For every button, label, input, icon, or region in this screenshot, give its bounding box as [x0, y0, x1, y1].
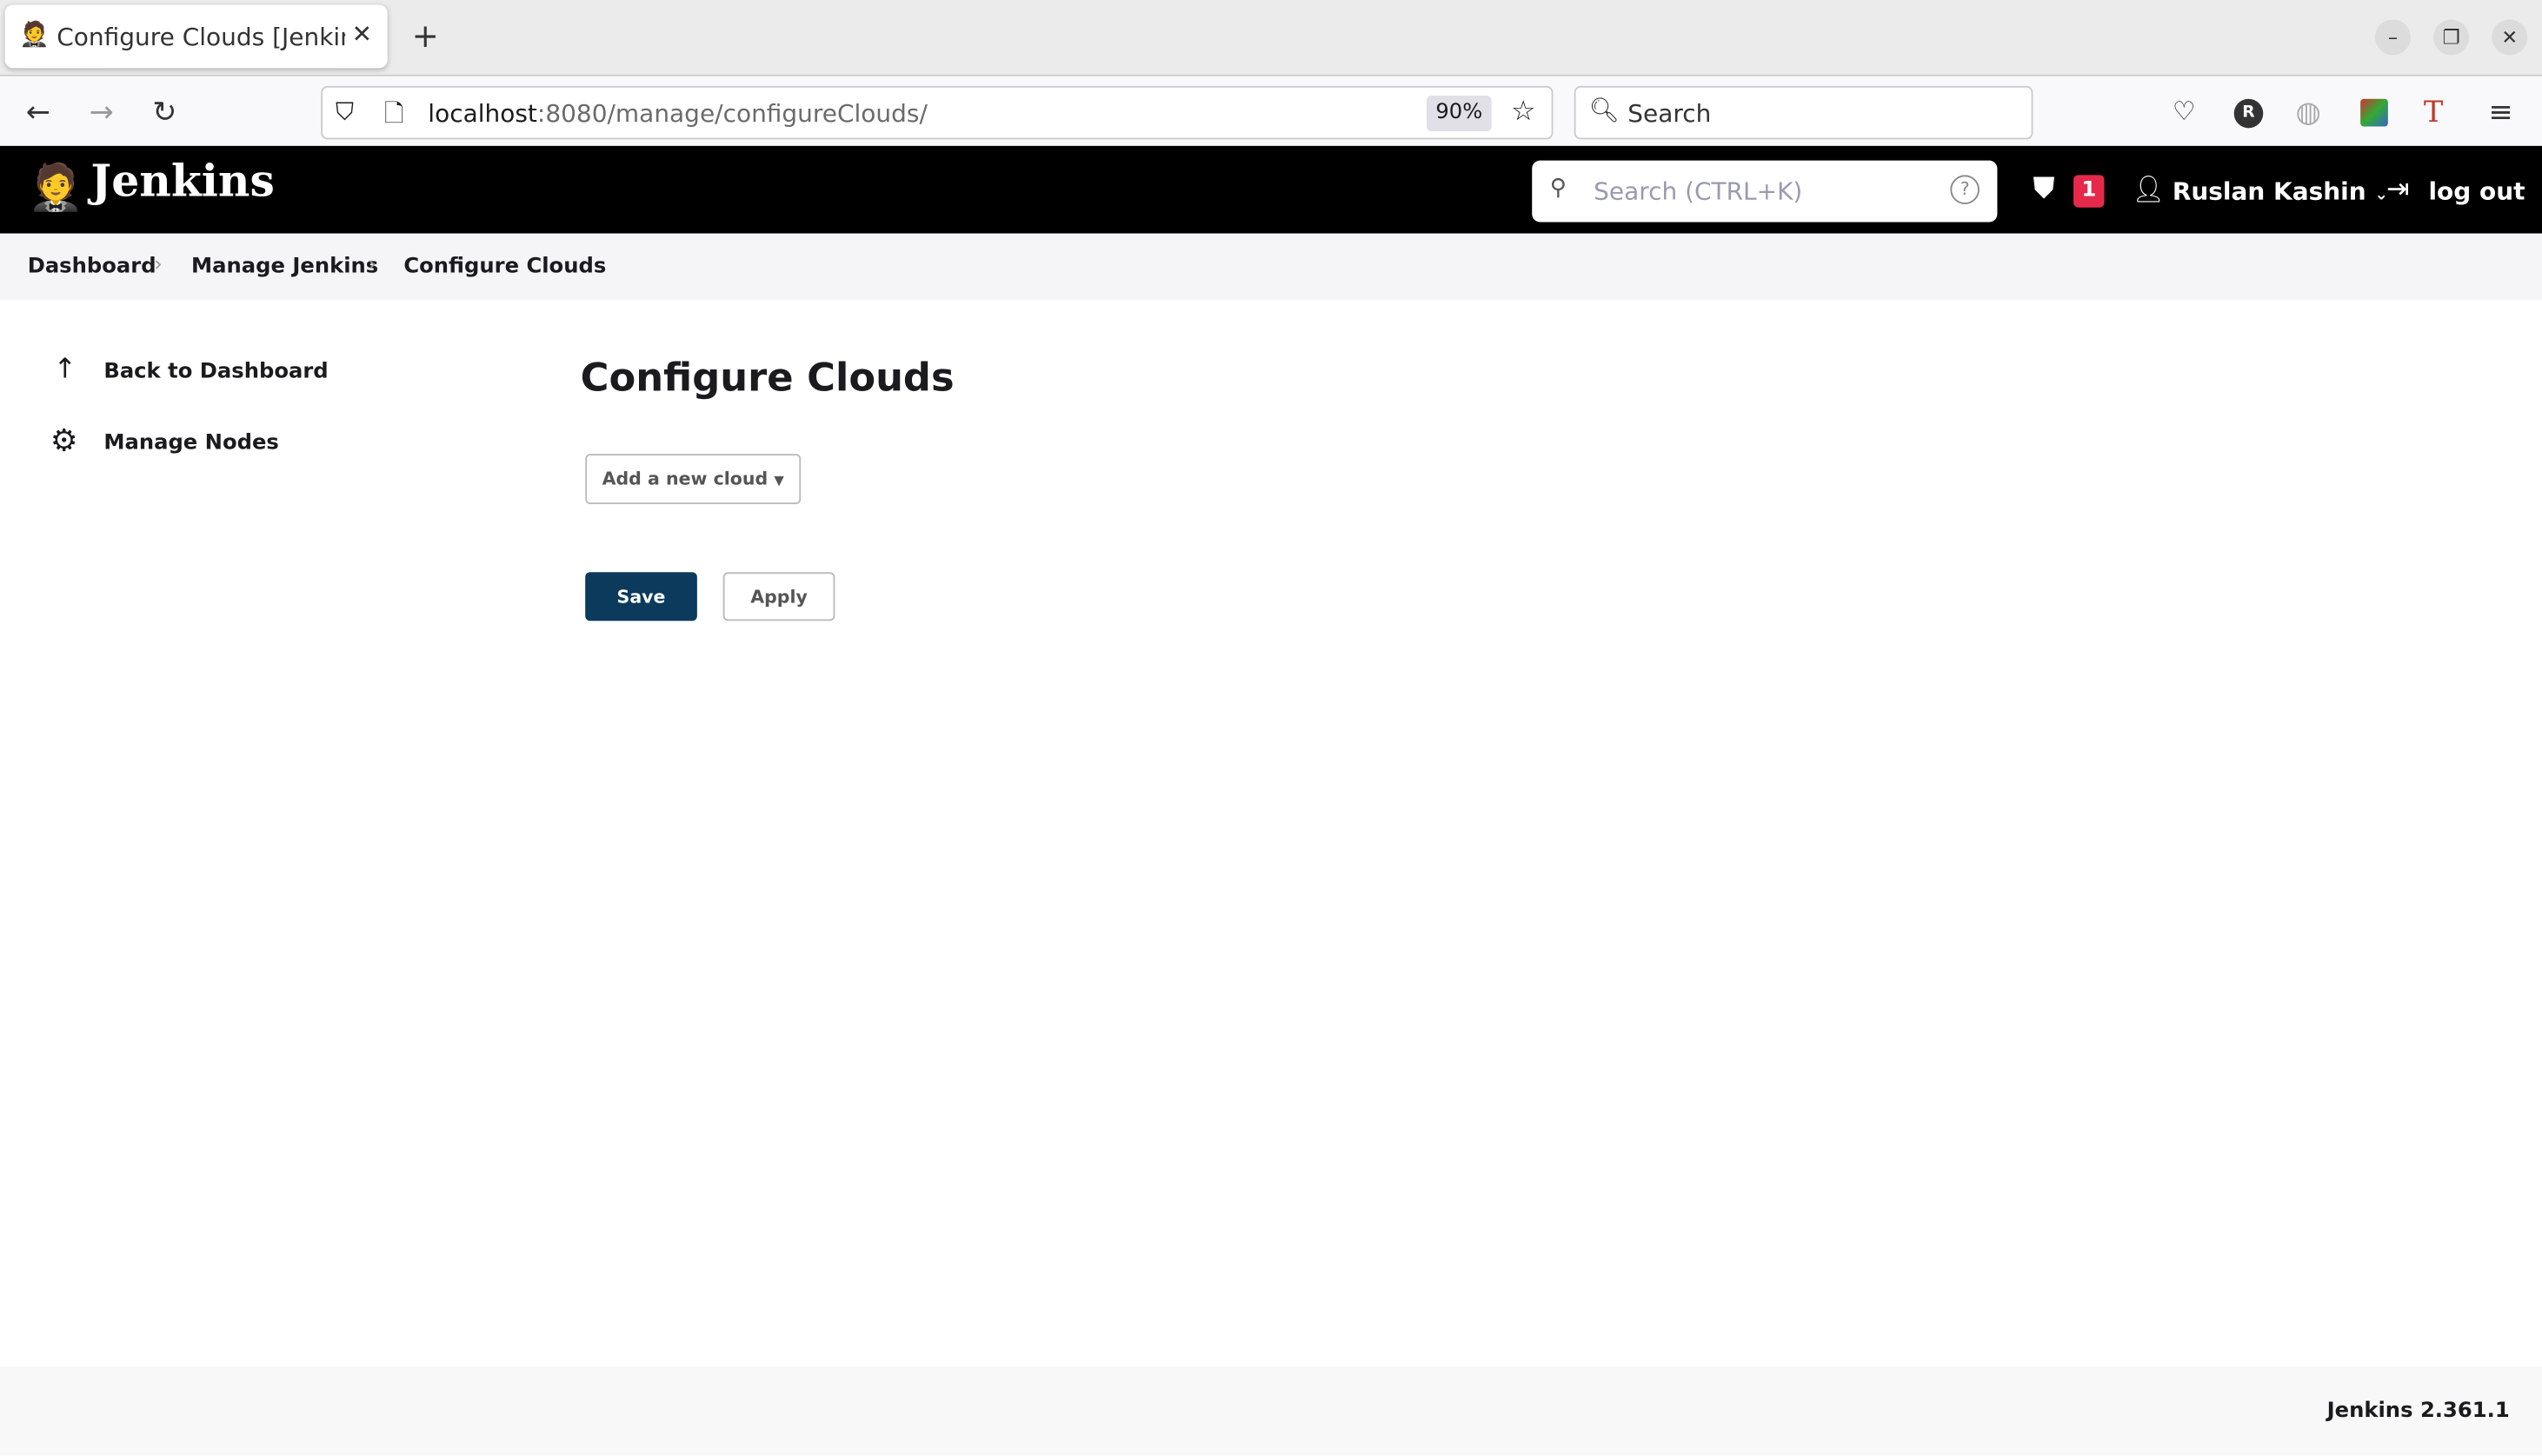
- menu-icon[interactable]: ≡: [2488, 96, 2512, 130]
- jenkins-logo[interactable]: Jenkins: [90, 157, 274, 208]
- page-title: Configure Clouds: [580, 355, 955, 401]
- tab-title: Configure Clouds [Jenkins]: [57, 23, 345, 52]
- extension-color-icon[interactable]: [2360, 98, 2388, 127]
- logout-icon[interactable]: ⇥: [2386, 174, 2410, 206]
- extension-t-icon[interactable]: T: [2424, 96, 2443, 130]
- close-window-button[interactable]: ✕: [2492, 19, 2528, 56]
- jenkins-logo-icon[interactable]: 🤵: [28, 161, 84, 215]
- add-new-cloud-button[interactable]: Add a new cloud ▼: [585, 454, 802, 504]
- jenkins-header: 🤵 Jenkins ⚲ ? ⛊ 1 👤︎ Ruslan Kashin ⌄ ⇥ l…: [0, 145, 2542, 234]
- apply-button[interactable]: Apply: [722, 572, 835, 622]
- breadcrumb-dashboard[interactable]: Dashboard: [28, 255, 156, 279]
- browser-tab-bar: 🤵 Configure Clouds [Jenkins] ✕ + – ❐ ✕: [0, 0, 2542, 75]
- security-badge[interactable]: 1: [2073, 175, 2105, 208]
- pocket-icon[interactable]: ♡: [2173, 96, 2196, 126]
- extension-r-icon[interactable]: R: [2233, 98, 2264, 129]
- logout-link[interactable]: log out: [2428, 176, 2525, 206]
- search-icon: 🔍︎: [1588, 96, 1620, 125]
- jenkins-favicon-icon: 🤵: [19, 19, 50, 49]
- security-shield-icon[interactable]: ⛊: [2033, 172, 2054, 206]
- breadcrumb-manage-jenkins[interactable]: Manage Jenkins: [191, 255, 378, 279]
- caret-down-icon: ▼: [774, 473, 784, 489]
- search-icon: ⚲: [1549, 175, 1567, 202]
- breadcrumb: Dashboard › Manage Jenkins › Configure C…: [0, 233, 2542, 300]
- globe-icon[interactable]: ◍: [2296, 96, 2321, 130]
- browser-search[interactable]: 🔍︎ Search: [1574, 85, 2033, 140]
- new-tab-button[interactable]: +: [412, 17, 439, 56]
- zoom-level[interactable]: 90%: [1427, 96, 1492, 132]
- minimize-button[interactable]: –: [2374, 19, 2411, 56]
- forward-icon[interactable]: →: [90, 96, 114, 130]
- bookmark-star-icon[interactable]: ☆: [1511, 96, 1535, 128]
- footer: Jenkins 2.361.1: [0, 1366, 2542, 1456]
- url-text[interactable]: localhost:8080/manage/configureClouds/: [428, 99, 928, 129]
- shield-icon[interactable]: ⛉: [336, 97, 354, 127]
- chevron-right-icon: ›: [368, 252, 377, 277]
- browser-toolbar: ← → ↻ ⛉ 🗋 localhost:8080/manage/configur…: [0, 74, 2542, 146]
- address-bar[interactable]: ⛉ 🗋 localhost:8080/manage/configureCloud…: [321, 85, 1554, 140]
- browser-tab[interactable]: 🤵 Configure Clouds [Jenkins] ✕: [4, 4, 388, 69]
- search-input[interactable]: [1590, 175, 1938, 208]
- help-icon[interactable]: ?: [1950, 175, 1980, 204]
- browser-search-label: Search: [1627, 98, 1712, 129]
- save-button[interactable]: Save: [585, 572, 697, 622]
- chevron-right-icon: ›: [154, 252, 163, 277]
- jenkins-version[interactable]: Jenkins 2.361.1: [2327, 1399, 2510, 1423]
- gear-icon: ⚙: [50, 422, 78, 459]
- jenkins-search[interactable]: ⚲ ?: [1532, 160, 1998, 223]
- restore-button[interactable]: ❐: [2433, 19, 2470, 56]
- user-icon: 👤︎: [2132, 173, 2166, 204]
- back-icon[interactable]: ←: [26, 96, 50, 130]
- sidebar-item-label: Manage Nodes: [103, 431, 279, 456]
- arrow-up-icon: ↑: [53, 353, 77, 386]
- breadcrumb-configure-clouds[interactable]: Configure Clouds: [403, 255, 606, 279]
- page-icon: 🗋: [383, 98, 404, 129]
- sidebar-item-label: Back to Dashboard: [103, 359, 329, 384]
- reload-icon[interactable]: ↻: [152, 96, 176, 130]
- tab-close-icon[interactable]: ✕: [352, 19, 372, 49]
- user-menu[interactable]: Ruslan Kashin ⌄: [2173, 176, 2388, 206]
